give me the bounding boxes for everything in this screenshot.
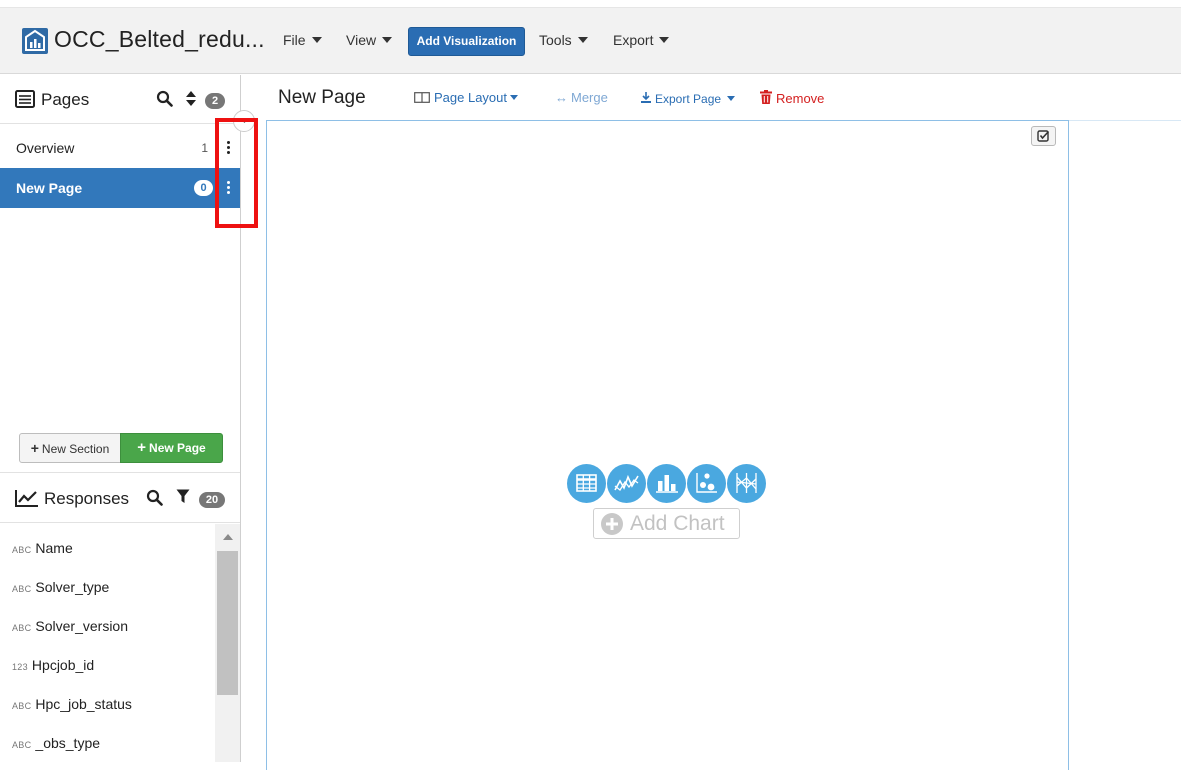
field-type-label: ABC [12, 584, 32, 594]
trash-icon [760, 90, 772, 104]
responses-panel-title: Responses [44, 489, 130, 508]
response-field[interactable]: ABC Hpc_job_status [0, 685, 214, 724]
more-options-icon[interactable] [227, 141, 231, 156]
field-type-label: ABC [12, 701, 32, 711]
pages-panel-header: Pages 2 [0, 75, 240, 124]
plus-circle-icon [601, 513, 623, 535]
field-name: Solver_version [35, 618, 129, 634]
remove-button[interactable]: Remove [760, 90, 824, 106]
merge-label: Merge [571, 90, 608, 105]
window-top-edge [0, 0, 1181, 8]
menu-view[interactable]: View [346, 32, 393, 48]
sort-icon[interactable] [185, 90, 197, 112]
field-type-label: ABC [12, 623, 32, 633]
collapse-sidebar-button[interactable]: ‹ [233, 110, 255, 132]
export-page-dropdown[interactable]: Export Page [640, 91, 736, 106]
app-title: OCC_Belted_redu... [54, 26, 265, 52]
response-field[interactable]: ABC Name [0, 529, 214, 568]
responses-scrollbar[interactable] [215, 524, 240, 762]
chevron-down-icon [382, 37, 393, 43]
chevron-down-icon [727, 96, 736, 101]
field-name: Hpc_job_status [35, 696, 132, 712]
chevron-down-icon [659, 37, 670, 43]
field-name: Hpcjob_id [31, 657, 95, 673]
page-layout-dropdown[interactable]: Page Layout [414, 90, 519, 105]
pages-count-badge: 2 [205, 93, 225, 109]
more-options-icon[interactable] [227, 181, 231, 196]
checkbox-icon [1037, 130, 1050, 142]
response-field[interactable]: 123 Hpcjob_id [0, 646, 214, 685]
canvas-divider [1069, 120, 1181, 121]
new-page-label: New Page [149, 441, 206, 455]
chevron-down-icon [577, 37, 588, 43]
select-checkbox-button[interactable] [1031, 126, 1056, 146]
line-chart-icon[interactable] [607, 464, 646, 503]
plus-icon: + [30, 440, 39, 456]
page-title: New Page [278, 87, 366, 108]
menu-file[interactable]: File [283, 32, 322, 48]
response-field[interactable]: ABC Solver_version [0, 607, 214, 646]
field-type-label: ABC [12, 545, 32, 555]
field-type-label: 123 [12, 662, 28, 672]
scroll-up-arrow-icon[interactable] [223, 534, 233, 540]
chart-type-picker [567, 464, 769, 504]
search-icon[interactable] [156, 90, 173, 112]
export-icon [641, 92, 651, 103]
page-item-count: 1 [201, 141, 208, 155]
responses-panel-header: Responses 20 [0, 472, 240, 523]
menu-export[interactable]: Export [613, 32, 670, 48]
menu-view-label: View [346, 32, 377, 48]
plus-icon: + [137, 439, 147, 456]
new-section-label: New Section [41, 442, 110, 456]
chevron-down-icon [311, 37, 322, 43]
page-item-count: 0 [194, 180, 213, 196]
page-item-new-page[interactable]: New Page 0 [0, 168, 240, 208]
field-type-label: ABC [12, 740, 32, 750]
app-header: OCC_Belted_redu... File View Add Visuali… [0, 8, 1181, 74]
app-logo-icon [22, 28, 48, 54]
menu-tools[interactable]: Tools [539, 32, 588, 48]
menu-file-label: File [283, 32, 306, 48]
bar-chart-icon[interactable] [647, 464, 686, 503]
field-name: _obs_type [35, 735, 101, 751]
pages-panel-title: Pages [41, 90, 90, 109]
pages-list-icon [15, 90, 35, 113]
remove-label: Remove [776, 91, 825, 106]
page-item-label: New Page [16, 180, 83, 196]
responses-count-badge: 20 [199, 492, 225, 508]
response-field[interactable]: ABC Solver_type [0, 568, 214, 607]
export-page-label: Export Page [655, 92, 722, 106]
page-layout-label: Page Layout [434, 90, 508, 105]
page-canvas[interactable] [266, 120, 1069, 770]
search-icon[interactable] [146, 489, 163, 511]
add-chart-button[interactable]: Add Chart [593, 508, 740, 539]
left-sidebar: Pages 2 Overview 1 New Page 0 + New Secti… [0, 75, 241, 762]
response-field[interactable]: ABC _obs_type [0, 724, 214, 763]
scrollbar-thumb[interactable] [217, 551, 238, 695]
menu-tools-label: Tools [539, 32, 572, 48]
page-item-label: Overview [16, 140, 75, 156]
chevron-down-icon [510, 95, 519, 100]
new-page-button[interactable]: + New Page [120, 433, 223, 463]
page-item-overview[interactable]: Overview 1 [0, 128, 240, 168]
field-name: Solver_type [35, 579, 110, 595]
scatter-chart-icon[interactable] [687, 464, 726, 503]
merge-button[interactable]: ↔ Merge [555, 90, 608, 105]
add-visualization-button[interactable]: Add Visualization [408, 27, 525, 56]
page-layout-icon [414, 92, 430, 103]
filter-icon[interactable] [176, 489, 190, 509]
field-name: Name [35, 540, 73, 556]
menu-export-label: Export [613, 32, 654, 48]
new-section-button[interactable]: + New Section [19, 433, 121, 463]
parallel-coordinates-icon[interactable] [727, 464, 766, 503]
line-chart-icon [15, 489, 39, 512]
add-chart-label: Add Chart [630, 512, 725, 535]
table-icon[interactable] [567, 464, 606, 503]
merge-arrows-icon: ↔ [555, 90, 568, 105]
